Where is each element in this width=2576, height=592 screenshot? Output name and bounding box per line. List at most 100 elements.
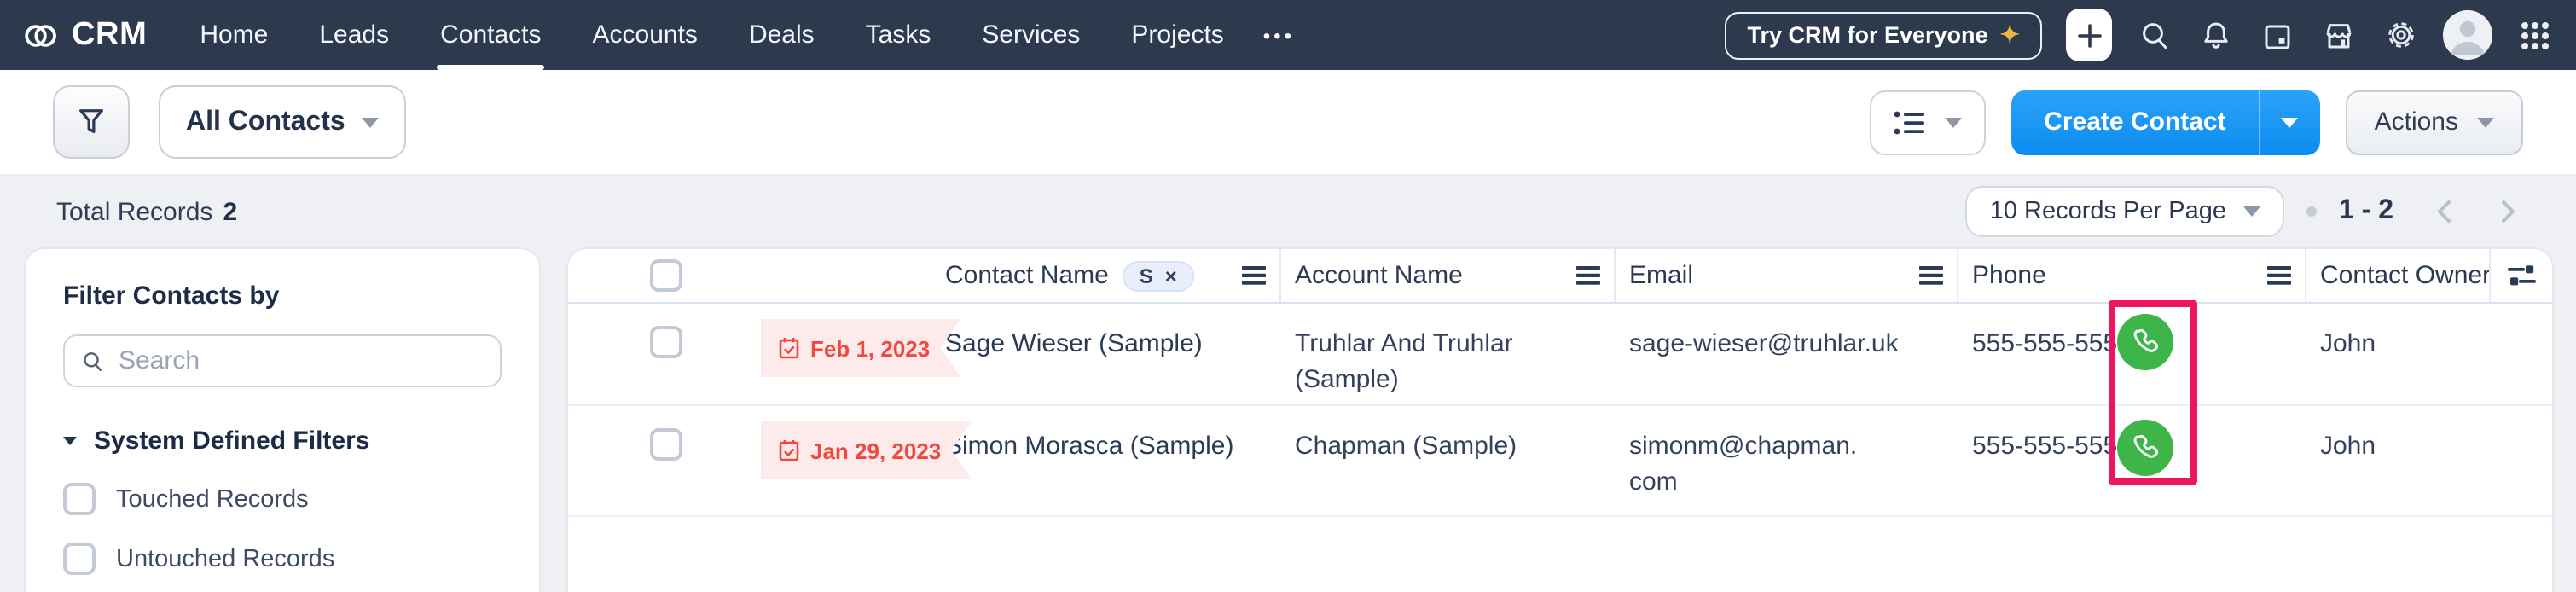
select-all-checkbox[interactable] — [650, 259, 682, 292]
filter-search-input[interactable] — [119, 346, 484, 375]
gear-icon — [2382, 17, 2418, 53]
column-header-contact-name[interactable]: Contact Name S × — [568, 249, 1281, 302]
column-menu-icon[interactable] — [1242, 266, 1266, 285]
display-style-dropdown[interactable] — [1870, 90, 1986, 154]
view-selector-label: All Contacts — [186, 107, 345, 137]
checkbox[interactable] — [63, 483, 96, 515]
row-checkbox[interactable] — [650, 428, 682, 461]
section-title: System Defined Filters — [94, 427, 369, 456]
total-records-count: 2 — [223, 197, 237, 226]
nav-item-contacts[interactable]: Contacts — [415, 0, 566, 70]
nav-item-tasks[interactable]: Tasks — [840, 0, 957, 70]
contact-cell: Jan 29, 2023 Simon Morasca (Sample) — [568, 406, 1281, 515]
main-nav: Home Leads Contacts Accounts Deals Tasks… — [174, 0, 1308, 70]
create-contact-label: Create Contact — [2044, 107, 2225, 136]
user-avatar[interactable] — [2443, 10, 2492, 60]
phone-value[interactable]: 555-555-5555 — [1972, 432, 2132, 461]
actions-dropdown[interactable]: Actions — [2346, 90, 2523, 154]
column-label: Contact Owner — [2320, 261, 2491, 290]
storefront-icon — [2322, 18, 2356, 52]
chevron-left-icon — [2433, 198, 2457, 225]
owner-cell: John — [2306, 406, 2552, 515]
filter-option-touched-records[interactable]: Touched Records — [63, 483, 502, 515]
create-contact-button[interactable]: Create Contact — [2011, 90, 2258, 154]
nav-item-leads[interactable]: Leads — [293, 0, 415, 70]
table-row[interactable]: Jan 29, 2023 Simon Morasca (Sample) Chap… — [568, 406, 2552, 517]
settings-button[interactable] — [2382, 16, 2419, 54]
contact-name-header-group: Contact Name S × — [945, 260, 1279, 291]
previous-page-button[interactable] — [2433, 198, 2457, 225]
crm-app-window: CRM Home Leads Contacts Accounts Deals T… — [0, 0, 2576, 592]
try-crm-label: Try CRM for Everyone — [1747, 22, 1987, 48]
call-button[interactable] — [2117, 420, 2173, 476]
column-menu-icon[interactable] — [1919, 266, 1943, 285]
date-tag-label: Jan 29, 2023 — [810, 432, 941, 468]
column-sliders-icon — [2507, 264, 2536, 287]
filter-panel: Filter Contacts by System Defined Filter… — [24, 247, 541, 592]
filter-option-label: Untouched Records — [116, 545, 334, 572]
manage-columns-button[interactable] — [2489, 249, 2552, 302]
calendar-button[interactable] — [2259, 16, 2296, 54]
actions-label: Actions — [2375, 107, 2458, 136]
column-menu-icon[interactable] — [2267, 266, 2291, 285]
nav-item-accounts[interactable]: Accounts — [567, 0, 723, 70]
account-name-link[interactable]: Chapman (Sample) — [1295, 432, 1517, 461]
topbar-actions: Try CRM for Everyone ✦ — [1725, 9, 2554, 61]
records-per-page-dropdown[interactable]: 10 Records Per Page — [1966, 186, 2284, 237]
column-label: Email — [1629, 261, 1693, 290]
email-value[interactable]: sage-wieser@truhlar.uk — [1629, 329, 1899, 358]
records-summary-bar: Total Records 2 10 Records Per Page 1 - … — [0, 176, 2576, 247]
zoho-rings-icon — [22, 16, 60, 54]
contact-name-link[interactable]: Sage Wieser (Sample) — [945, 304, 1281, 362]
nav-item-services[interactable]: Services — [956, 0, 1105, 70]
column-menu-icon[interactable] — [1576, 266, 1600, 285]
email-value[interactable]: simonm@chapman.com — [1629, 428, 1858, 500]
email-cell: simonm@chapman.com — [1616, 406, 1958, 515]
contact-owner-value: John — [2320, 432, 2376, 461]
view-selector-dropdown[interactable]: All Contacts — [159, 85, 407, 159]
activity-date-tag: Jan 29, 2023 — [761, 421, 972, 479]
calendar-check-icon — [778, 438, 800, 462]
chevron-right-icon — [2496, 198, 2520, 225]
phone-value[interactable]: 555-555-5555 — [1972, 329, 2132, 358]
checkbox[interactable] — [63, 543, 96, 575]
next-page-button[interactable] — [2496, 198, 2520, 225]
brand-name: CRM — [72, 16, 147, 54]
crm-logo[interactable]: CRM — [22, 16, 147, 54]
column-header-account-name[interactable]: Account Name — [1281, 249, 1616, 302]
app-launcher-button[interactable] — [2516, 16, 2554, 54]
contacts-table: Contact Name S × Account Name — [566, 247, 2554, 592]
create-contact-menu-arrow[interactable] — [2259, 90, 2320, 154]
table-row[interactable]: Feb 1, 2023 Sage Wieser (Sample) Truhlar… — [568, 304, 2552, 406]
nav-item-deals[interactable]: Deals — [723, 0, 840, 70]
system-defined-filters-section[interactable]: System Defined Filters — [63, 427, 502, 456]
quick-create-button[interactable] — [2066, 9, 2112, 61]
contact-cell: Feb 1, 2023 Sage Wieser (Sample) — [568, 304, 1281, 404]
column-header-email[interactable]: Email — [1616, 249, 1958, 302]
chevron-down-icon — [2243, 206, 2260, 217]
account-cell: Chapman (Sample) — [1281, 406, 1616, 515]
nav-item-projects[interactable]: Projects — [1105, 0, 1249, 70]
filter-option-untouched-records[interactable]: Untouched Records — [63, 543, 502, 575]
account-name-link[interactable]: Truhlar And Truhlar (Sample) — [1295, 329, 1513, 394]
marketplace-button[interactable] — [2320, 16, 2358, 54]
row-checkbox[interactable] — [650, 326, 682, 358]
main-content: Filter Contacts by System Defined Filter… — [0, 247, 2576, 592]
table-header-row: Contact Name S × Account Name — [568, 249, 2552, 304]
toolbar-right-actions: Create Contact Actions — [1870, 90, 2523, 154]
notifications-button[interactable] — [2197, 16, 2235, 54]
clear-sort-icon[interactable]: × — [1165, 264, 1177, 287]
phone-icon — [2129, 326, 2161, 358]
nav-more-menu[interactable]: ••• — [1250, 0, 1308, 70]
calendar-check-icon — [778, 336, 800, 360]
column-header-phone[interactable]: Phone — [1958, 249, 2306, 302]
nav-item-home[interactable]: Home — [174, 0, 293, 70]
contact-name-link[interactable]: Simon Morasca (Sample) — [945, 406, 1281, 464]
call-button[interactable] — [2117, 314, 2173, 370]
sort-badge[interactable]: S × — [1123, 260, 1194, 291]
search-button[interactable] — [2136, 16, 2173, 54]
activity-date-tag: Feb 1, 2023 — [761, 319, 960, 377]
filter-toggle-button[interactable] — [53, 85, 130, 159]
try-crm-button[interactable]: Try CRM for Everyone ✦ — [1725, 11, 2042, 59]
plus-icon — [2075, 21, 2103, 49]
